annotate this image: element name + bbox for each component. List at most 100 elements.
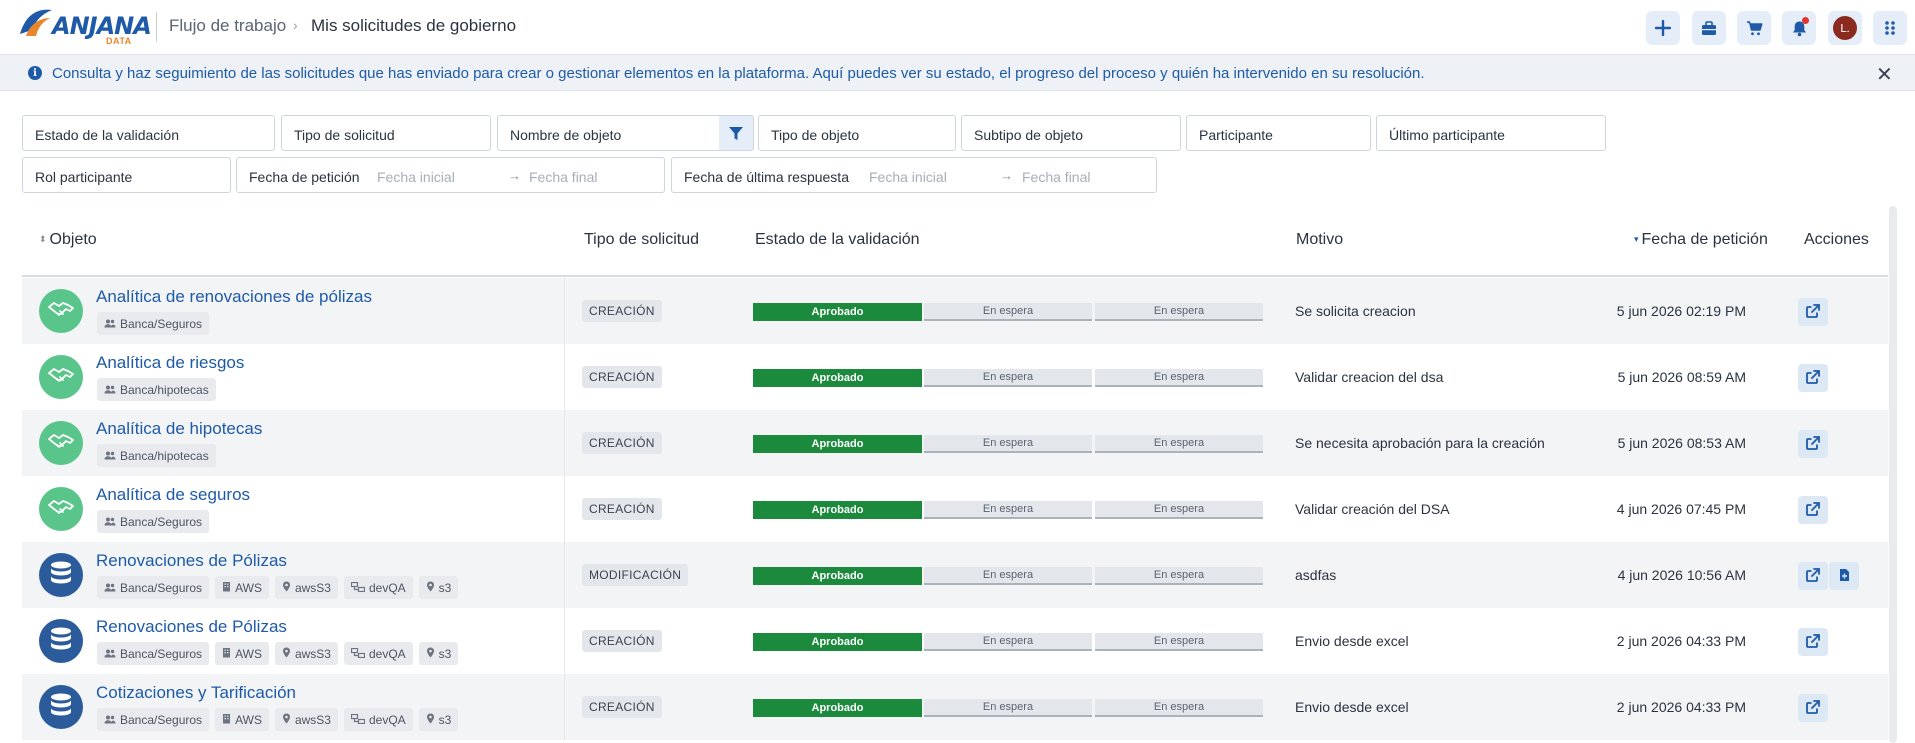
filter-nombre-objeto[interactable]: Nombre de objeto [497, 115, 720, 151]
column-objeto[interactable]: ⬍ Objeto [39, 231, 97, 249]
validation-step: Aprobado [753, 435, 922, 453]
request-type-badge: CREACIÓN [582, 366, 662, 388]
group-icon [104, 581, 116, 595]
column-divider [564, 542, 565, 608]
top-bar: ANJANA DATA Flujo de trabajo › Mis solic… [0, 0, 1915, 54]
object-name-link[interactable]: Renovaciones de Pólizas [96, 617, 287, 637]
open-link-button[interactable] [1798, 298, 1828, 326]
open-link-button[interactable] [1798, 694, 1828, 722]
tag-label: AWS [235, 580, 262, 595]
table-row: Analítica de riesgos Banca/hipotecas CRE… [22, 344, 1888, 410]
object-tags: Banca/Seguros AWS awsS3 devQA s3 [97, 708, 459, 731]
open-link-button[interactable] [1798, 628, 1828, 656]
object-tags: Banca/Seguros [97, 312, 210, 335]
fecha-peticion-end[interactable]: Fecha final [529, 169, 597, 185]
apps-menu-button[interactable] [1873, 11, 1907, 45]
location-icon [426, 713, 435, 727]
filter-rol-participante[interactable]: Rol participante [22, 157, 231, 193]
validation-step: En espera [924, 501, 1092, 519]
fecha-respuesta-end[interactable]: Fecha final [1022, 169, 1090, 185]
filter-fecha-ultima-respuesta[interactable]: Fecha de última respuesta Fecha inicial … [671, 157, 1157, 193]
cart-button[interactable] [1737, 11, 1771, 45]
fecha-respuesta-start[interactable]: Fecha inicial [869, 169, 947, 185]
tag-label: Banca/hipotecas [120, 448, 209, 463]
object-name-link[interactable]: Analítica de hipotecas [96, 419, 262, 439]
external-link-icon [1806, 303, 1820, 321]
tag: s3 [418, 708, 459, 731]
funnel-icon [729, 126, 743, 140]
fecha-peticion-text: 2 jun 2026 04:33 PM [1616, 633, 1746, 649]
open-link-button[interactable] [1798, 496, 1828, 524]
filter-ultimo-participante[interactable]: Último participante [1376, 115, 1606, 151]
validation-step: Aprobado [753, 369, 922, 387]
logo-divider [156, 12, 157, 42]
object-name-link[interactable]: Analítica de seguros [96, 485, 250, 505]
location-icon [282, 713, 291, 727]
filter-button[interactable] [719, 115, 754, 151]
anjana-logo[interactable]: ANJANA DATA [16, 4, 152, 50]
document-button[interactable] [1829, 562, 1859, 590]
table-row: Renovaciones de Pólizas Banca/Seguros AWS… [22, 542, 1888, 608]
column-estado-validacion: Estado de la validación [755, 231, 920, 248]
table-row: Cotizaciones y Tarificación Banca/Seguro… [22, 674, 1888, 740]
filter-tipo-objeto[interactable]: Tipo de objeto [758, 115, 956, 151]
briefcase-button[interactable] [1692, 11, 1726, 45]
database-icon [48, 560, 74, 591]
filter-subtipo-objeto[interactable]: Subtipo de objeto [961, 115, 1181, 151]
group-icon [104, 317, 116, 331]
tag-label: Banca/Seguros [120, 316, 203, 331]
add-button[interactable] [1646, 11, 1680, 45]
column-motivo: Motivo [1296, 231, 1344, 248]
filter-fecha-ultima-respuesta-label: Fecha de última respuesta [684, 169, 849, 185]
network-icon [350, 713, 366, 727]
group-icon [104, 383, 116, 397]
arrow-right-icon: → [1000, 168, 1013, 183]
location-icon [426, 581, 435, 595]
column-divider [564, 410, 565, 476]
tag: Banca/Seguros [97, 708, 210, 731]
validation-step: En espera [924, 303, 1092, 321]
validation-step: En espera [1095, 699, 1263, 717]
filter-tipo-solicitud[interactable]: Tipo de solicitud [281, 115, 491, 151]
filter-estado-validacion[interactable]: Estado de la validación [22, 115, 275, 151]
tag: awsS3 [274, 642, 338, 665]
validation-step: En espera [924, 699, 1092, 717]
tag: Banca/Seguros [97, 576, 210, 599]
notifications-button[interactable] [1782, 11, 1816, 45]
close-icon[interactable]: ✕ [1876, 62, 1893, 87]
motivo-text: asdfas [1295, 567, 1337, 583]
object-avatar [39, 553, 83, 597]
breadcrumb-parent[interactable]: Flujo de trabajo [169, 16, 286, 36]
object-name-link[interactable]: Renovaciones de Pólizas [96, 551, 287, 571]
tag-label: s3 [438, 580, 452, 595]
request-type-badge: CREACIÓN [582, 498, 662, 520]
scrollbar[interactable] [1889, 206, 1897, 743]
database-icon [48, 626, 74, 657]
open-link-button[interactable] [1798, 364, 1828, 392]
request-type-badge: CREACIÓN [582, 300, 662, 322]
column-divider [564, 344, 565, 410]
object-name-link[interactable]: Cotizaciones y Tarificación [96, 683, 296, 703]
column-fecha-peticion[interactable]: ▾ Fecha de petición [1634, 231, 1768, 249]
fecha-peticion-start[interactable]: Fecha inicial [377, 169, 455, 185]
validation-step: En espera [924, 435, 1092, 453]
motivo-text: Validar creación del DSA [1295, 501, 1450, 517]
tag-label: Banca/Seguros [120, 580, 203, 595]
breadcrumb-separator-icon: › [293, 17, 298, 33]
validation-step: En espera [1095, 303, 1263, 321]
filter-fecha-peticion[interactable]: Fecha de petición Fecha inicial → Fecha … [236, 157, 665, 193]
column-divider [564, 278, 565, 344]
tag-label: s3 [438, 646, 452, 661]
user-avatar-button[interactable]: L. [1828, 11, 1862, 45]
filter-participante[interactable]: Participante [1186, 115, 1371, 151]
tag: AWS [215, 642, 269, 665]
tag-label: Banca/hipotecas [120, 382, 209, 397]
open-link-button[interactable] [1798, 562, 1828, 590]
object-name-link[interactable]: Analítica de renovaciones de pólizas [96, 287, 372, 307]
open-link-button[interactable] [1798, 430, 1828, 458]
tag-label: devQA [368, 712, 406, 727]
logo-subtext: DATA [106, 36, 132, 46]
object-name-link[interactable]: Analítica de riesgos [96, 353, 244, 373]
info-banner: i Consulta y haz seguimiento de las soli… [0, 54, 1915, 91]
tag: Banca/hipotecas [97, 444, 216, 467]
